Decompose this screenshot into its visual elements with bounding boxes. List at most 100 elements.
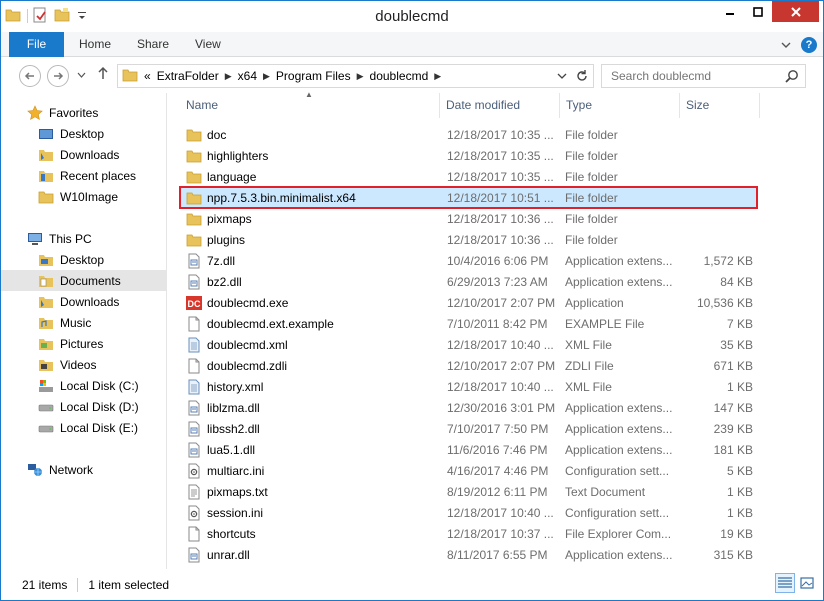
breadcrumb-extrafolder[interactable]: ExtraFolder xyxy=(157,69,219,83)
nav-item-local-disk-c[interactable]: Local Disk (C:) xyxy=(1,375,166,396)
column-size-header[interactable]: Size xyxy=(680,93,760,118)
nav-item-w10image[interactable]: W10Image xyxy=(1,186,166,207)
file-row[interactable]: unrar.dll 8/11/2017 6:55 PM Application ex… xyxy=(180,544,757,565)
address-controls xyxy=(557,69,589,86)
file-row[interactable]: language 12/18/2017 10:35 ... File folder xyxy=(180,166,757,187)
nav-item-music[interactable]: Music xyxy=(1,312,166,333)
nav-item-downloads[interactable]: Downloads xyxy=(1,144,166,165)
nav-item-local-disk-d[interactable]: Local Disk (D:) xyxy=(1,396,166,417)
nav-item-label: W10Image xyxy=(60,189,119,204)
file-row[interactable]: plugins 12/18/2017 10:36 ... File folder xyxy=(180,229,757,250)
drive-icon xyxy=(38,399,54,415)
nav-favorites[interactable]: Favorites xyxy=(1,102,166,123)
file-size: 84 KB xyxy=(720,274,753,289)
file-row[interactable]: 7z.dll 10/4/2016 6:06 PM Application exten… xyxy=(180,250,757,271)
breadcrumb-separator-icon[interactable]: ▶ xyxy=(263,71,270,82)
breadcrumb-separator-icon[interactable]: ▶ xyxy=(225,71,232,82)
tab-home[interactable]: Home xyxy=(79,32,111,57)
file-name: doublecmd.zdli xyxy=(207,358,288,373)
tab-file[interactable]: File xyxy=(9,32,64,57)
file-row[interactable]: doc 12/18/2017 10:35 ... File folder xyxy=(180,124,757,145)
file-row[interactable]: doublecmd.xml 12/18/2017 10:40 ... XML Fil… xyxy=(180,334,757,355)
forward-button[interactable] xyxy=(47,65,69,87)
breadcrumb-x64[interactable]: x64 xyxy=(238,69,257,83)
file-date: 12/30/2016 3:01 PM xyxy=(447,400,556,415)
file-row[interactable]: lua5.1.dll 11/6/2016 7:46 PM Application e… xyxy=(180,439,757,460)
nav-item-desktop[interactable]: Desktop xyxy=(1,123,166,144)
address-history-button[interactable] xyxy=(557,69,567,86)
breadcrumb-doublecmd[interactable]: doublecmd xyxy=(370,69,429,83)
nav-item-local-disk-e[interactable]: Local Disk (E:) xyxy=(1,417,166,438)
file-name: 7z.dll xyxy=(207,253,236,268)
file-name: highlighters xyxy=(207,148,269,163)
column-date-header[interactable]: Date modified xyxy=(440,93,560,118)
nav-item-downloads[interactable]: Downloads xyxy=(1,291,166,312)
maximize-button[interactable] xyxy=(744,1,772,22)
search-icon[interactable] xyxy=(785,69,799,86)
recent-locations-button[interactable] xyxy=(77,69,86,84)
file-row[interactable]: doublecmd.ext.example 7/10/2011 8:42 PM EX… xyxy=(180,313,757,334)
file-date: 11/6/2016 7:46 PM xyxy=(447,442,548,457)
nav-item-desktop[interactable]: Desktop xyxy=(1,249,166,270)
address-bar[interactable]: « ExtraFolder ▶ x64 ▶ Program Files ▶ do… xyxy=(117,64,594,88)
file-type: ZDLI File xyxy=(565,358,614,373)
file-date: 12/18/2017 10:40 ... xyxy=(447,379,554,394)
dll-icon xyxy=(186,400,202,416)
expand-ribbon-icon[interactable] xyxy=(781,37,791,56)
nav-item-recent-places[interactable]: Recent places xyxy=(1,165,166,186)
nav-item-label: Local Disk (C:) xyxy=(60,378,139,393)
tab-view[interactable]: View xyxy=(195,32,221,57)
file-size: 239 KB xyxy=(713,421,753,436)
breadcrumb-separator-icon[interactable]: ▶ xyxy=(434,71,441,82)
file-row[interactable]: session.ini 12/18/2017 10:40 ... Configura… xyxy=(180,502,757,523)
file-row[interactable]: doublecmd.zdli 12/10/2017 2:07 PM ZDLI Fil… xyxy=(180,355,757,376)
column-type-header[interactable]: Type xyxy=(560,93,680,118)
minimize-button[interactable] xyxy=(716,1,744,22)
folder-icon xyxy=(186,211,202,227)
nav-network-label: Network xyxy=(49,462,94,477)
breadcrumb-separator-icon[interactable]: ▶ xyxy=(357,71,364,82)
nav-item-pictures[interactable]: Pictures xyxy=(1,333,166,354)
file-name-cell: lua5.1.dll xyxy=(180,442,439,458)
nav-item-label: Downloads xyxy=(60,147,120,162)
back-button[interactable] xyxy=(19,65,41,87)
file-row[interactable]: pixmaps.txt 8/19/2012 6:11 PM Text Documen… xyxy=(180,481,757,502)
close-button[interactable] xyxy=(772,1,819,22)
nav-network[interactable]: Network xyxy=(1,459,166,480)
file-date: 10/4/2016 6:06 PM xyxy=(447,253,549,268)
details-view-button[interactable] xyxy=(775,573,795,593)
nav-item-label: Music xyxy=(60,315,92,330)
file-date: 12/18/2017 10:40 ... xyxy=(447,505,554,520)
nav-item-videos[interactable]: Videos xyxy=(1,354,166,375)
back-arrow-icon xyxy=(24,72,34,80)
file-row[interactable]: highlighters 12/18/2017 10:35 ... File fol… xyxy=(180,145,757,166)
file-type: File folder xyxy=(565,232,618,247)
help-icon[interactable]: ? xyxy=(801,37,817,53)
breadcrumb-program-files[interactable]: Program Files xyxy=(276,69,351,83)
large-icons-view-button[interactable] xyxy=(797,573,817,593)
nav-item-documents[interactable]: Documents xyxy=(1,270,166,291)
file-row[interactable]: multiarc.ini 4/16/2017 4:46 PM Configurati… xyxy=(180,460,757,481)
nav-this-pc-label: This PC xyxy=(49,231,92,246)
tab-share[interactable]: Share xyxy=(137,32,169,57)
dll-icon xyxy=(186,253,202,269)
column-name-header[interactable]: Name xyxy=(180,93,440,118)
file-row[interactable]: npp.7.5.3.bin.minimalist.x64 12/18/2017 1… xyxy=(179,186,758,209)
search-input[interactable] xyxy=(611,69,781,83)
file-row[interactable]: bz2.dll 6/29/2013 7:23 AM Application exte… xyxy=(180,271,757,292)
file-row[interactable]: DC doublecmd.exe 12/10/2017 2:07 PM Applica… xyxy=(180,292,757,313)
up-arrow-icon xyxy=(98,66,108,79)
file-row[interactable]: libssh2.dll 7/10/2017 7:50 PM Application … xyxy=(180,418,757,439)
search-box[interactable] xyxy=(601,64,806,88)
up-button[interactable] xyxy=(97,66,109,83)
file-row[interactable]: history.xml 12/18/2017 10:40 ... XML File 1… xyxy=(180,376,757,397)
refresh-button[interactable] xyxy=(575,69,589,86)
nav-this-pc[interactable]: This PC xyxy=(1,228,166,249)
dll-icon xyxy=(186,547,202,563)
file-row[interactable]: pixmaps 12/18/2017 10:36 ... File folder xyxy=(180,208,757,229)
file-row[interactable]: shortcuts 12/18/2017 10:37 ... File Explor… xyxy=(180,523,757,544)
file-date: 12/18/2017 10:35 ... xyxy=(447,148,554,163)
nav-item-label: Local Disk (D:) xyxy=(60,399,139,414)
file-row[interactable]: liblzma.dll 12/30/2016 3:01 PM Application… xyxy=(180,397,757,418)
address-overflow[interactable]: « xyxy=(144,69,151,83)
